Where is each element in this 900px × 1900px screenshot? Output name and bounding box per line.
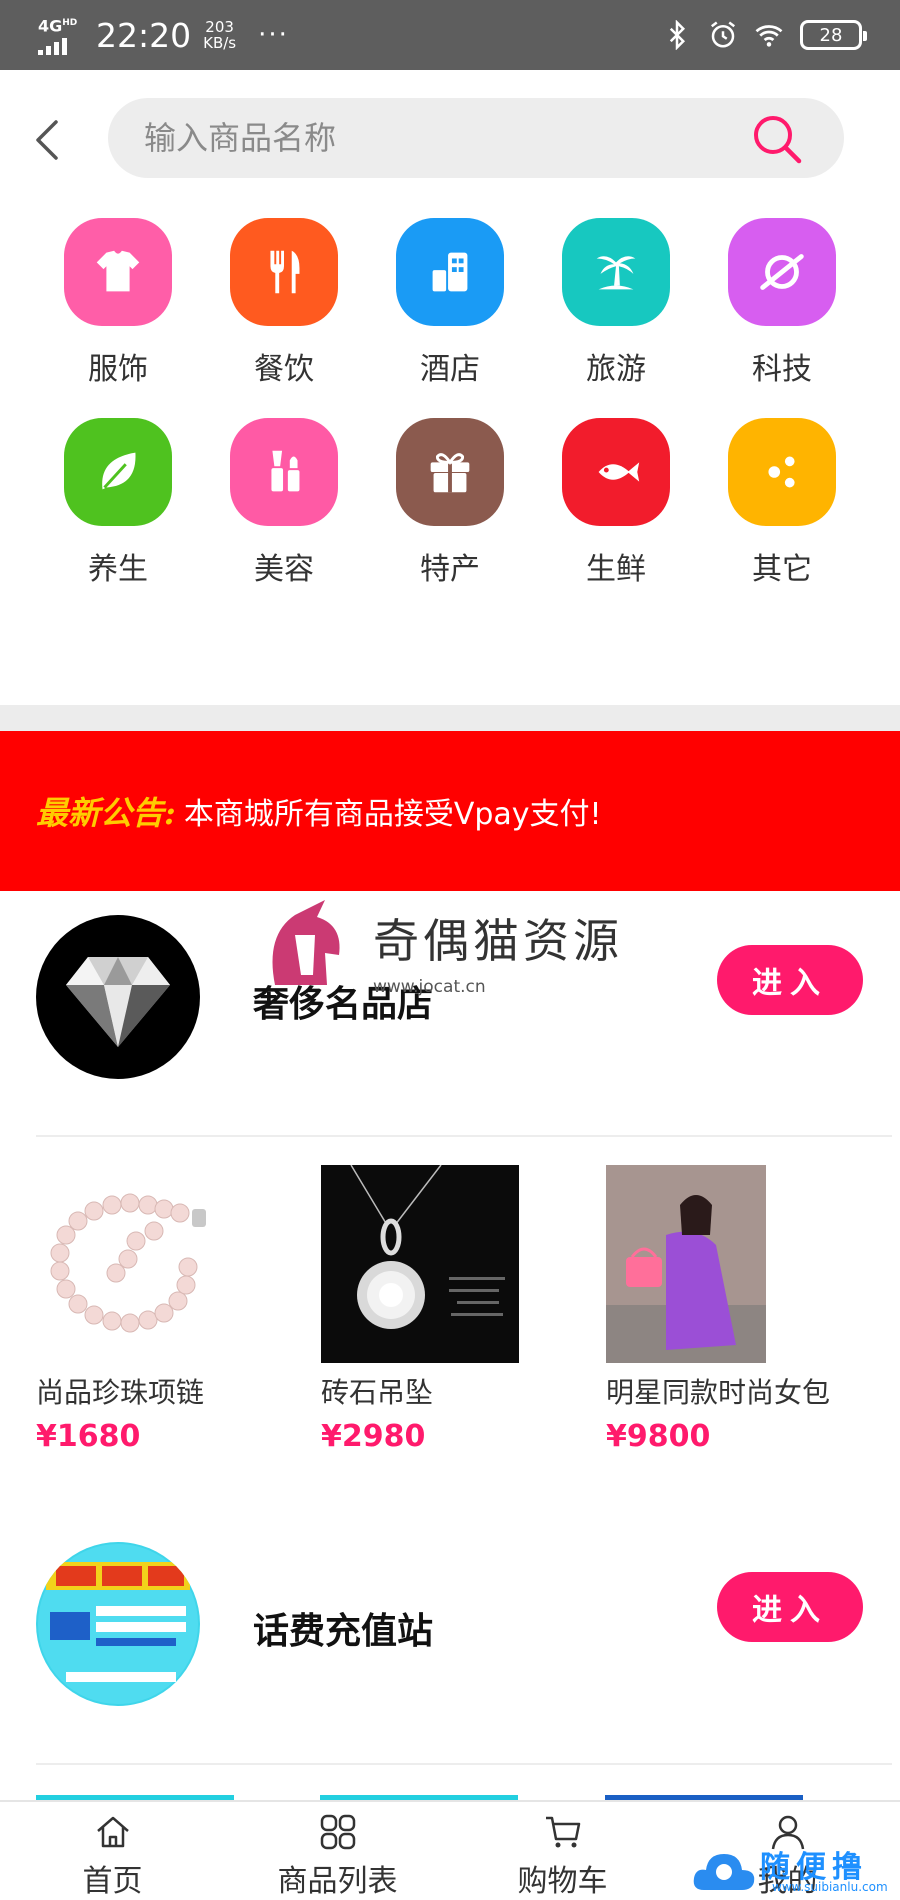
category-label: 科技	[752, 352, 812, 387]
status-bar: 4GHD 22:20 203 KB/s ··· 28	[0, 0, 900, 70]
net-speed: 203 KB/s	[203, 19, 236, 51]
watermark-url: www.jocat.cn	[373, 977, 486, 997]
store-card: 话费充值站 进入	[0, 1522, 900, 1722]
search-bar	[108, 98, 844, 178]
enter-store-button[interactable]: 进入	[717, 945, 863, 1015]
tab-home[interactable]: 首页	[0, 1802, 225, 1900]
section-divider	[0, 705, 900, 731]
category-label: 旅游	[586, 352, 646, 387]
battery-icon: 28	[800, 20, 867, 50]
palm-tree-icon	[562, 218, 670, 326]
wifi-icon	[755, 25, 783, 47]
product-price: ¥2980	[321, 1419, 426, 1454]
tab-label: 首页	[82, 1864, 143, 1899]
category-fresh[interactable]: 生鲜	[533, 418, 699, 588]
enter-store-button[interactable]: 进入	[717, 1572, 863, 1642]
grid-icon	[320, 1814, 355, 1850]
network-hd: HD	[62, 18, 78, 29]
fork-knife-icon	[230, 218, 338, 326]
cosmetics-icon	[230, 418, 338, 526]
category-health[interactable]: 养生	[35, 418, 201, 588]
home-icon	[96, 1816, 129, 1848]
diamond-logo[interactable]	[36, 915, 200, 1079]
signal-icon	[38, 37, 86, 55]
cloud-icon	[693, 1854, 755, 1890]
dots-icon	[728, 418, 836, 526]
category-clothing[interactable]: 服饰	[35, 218, 201, 388]
product-card[interactable]: 尚品珍珠项链 ¥1680	[36, 1165, 321, 1454]
category-beauty[interactable]: 美容	[201, 418, 367, 588]
category-other[interactable]: 其它	[699, 418, 865, 588]
tab-cart[interactable]: 购物车	[450, 1802, 675, 1900]
search-icon[interactable]	[750, 112, 804, 166]
recharge-logo[interactable]	[36, 1542, 200, 1706]
back-arrow-icon[interactable]	[26, 110, 66, 170]
divider	[36, 1763, 892, 1765]
product-card[interactable]: 明星同款时尚女包 ¥9800	[606, 1165, 891, 1454]
notice-title: 最新公告:	[36, 794, 176, 832]
status-icons: 28	[662, 20, 867, 50]
network-type: 4G	[38, 16, 63, 36]
fish-icon	[562, 418, 670, 526]
clock: 22:20	[96, 15, 192, 55]
diamond-pendant-image	[321, 1165, 519, 1363]
alarm-icon	[711, 21, 735, 48]
notice-banner[interactable]: 最新公告: 本商城所有商品接受Vpay支付!	[0, 731, 900, 891]
corner-watermark-url: www.suibianlu.com	[772, 1880, 888, 1894]
leaf-icon	[64, 418, 172, 526]
planet-icon	[728, 218, 836, 326]
search-input[interactable]	[144, 98, 744, 178]
product-price: ¥1680	[36, 1419, 141, 1454]
tab-label: 商品列表	[277, 1864, 398, 1899]
watermark-text: 奇偶猫资源	[373, 914, 623, 968]
helmet-icon	[272, 900, 340, 985]
category-label: 特产	[420, 552, 480, 587]
tab-product-list[interactable]: 商品列表	[225, 1802, 450, 1900]
corner-watermark: 随便撸 www.suibianlu.com	[690, 1842, 900, 1900]
watermark-logo: 奇偶猫资源 www.jocat.cn	[255, 895, 655, 1005]
battery-level: 28	[819, 24, 843, 46]
gift-icon	[396, 418, 504, 526]
net-speed-unit: KB/s	[203, 34, 237, 52]
category-travel[interactable]: 旅游	[533, 218, 699, 388]
search-header	[0, 70, 900, 205]
hotel-icon	[396, 218, 504, 326]
notice-text: 本商城所有商品接受Vpay支付!	[183, 797, 602, 832]
store-name: 话费充值站	[253, 1611, 434, 1652]
product-name: 明星同款时尚女包	[606, 1376, 831, 1409]
category-label: 服饰	[88, 352, 148, 387]
product-price: ¥9800	[606, 1419, 711, 1454]
cart-icon	[545, 1816, 580, 1848]
product-card[interactable]: 砖石吊坠 ¥2980	[321, 1165, 606, 1454]
product-name: 砖石吊坠	[321, 1376, 434, 1409]
network-indicator: 4GHD	[38, 15, 86, 55]
category-tech[interactable]: 科技	[699, 218, 865, 388]
app-page: 4GHD 22:20 203 KB/s ··· 28 服饰	[0, 0, 900, 1900]
pearl-necklace-image	[36, 1165, 234, 1363]
more-notifications-icon: ···	[258, 20, 289, 50]
bluetooth-icon	[669, 20, 686, 50]
category-label: 美容	[254, 552, 314, 587]
category-label: 餐饮	[254, 352, 314, 387]
category-label: 酒店	[420, 352, 480, 387]
tshirt-icon	[64, 218, 172, 326]
category-dining[interactable]: 餐饮	[201, 218, 367, 388]
category-label: 养生	[88, 552, 148, 587]
category-label: 其它	[752, 552, 812, 587]
category-hotel[interactable]: 酒店	[367, 218, 533, 388]
category-label: 生鲜	[586, 552, 646, 587]
fashion-handbag-image	[606, 1165, 766, 1363]
product-list: 尚品珍珠项链 ¥1680 砖石吊坠 ¥2980 明星同款时尚女包 ¥9800	[36, 1165, 896, 1454]
category-grid: 服饰 餐饮 酒店 旅游 科技 养生 美容 特产 生鲜 其它	[0, 218, 900, 588]
divider	[36, 1135, 892, 1137]
product-name: 尚品珍珠项链	[36, 1376, 205, 1409]
net-speed-value: 203	[205, 18, 234, 36]
category-specialty[interactable]: 特产	[367, 418, 533, 588]
tab-label: 购物车	[517, 1864, 608, 1899]
